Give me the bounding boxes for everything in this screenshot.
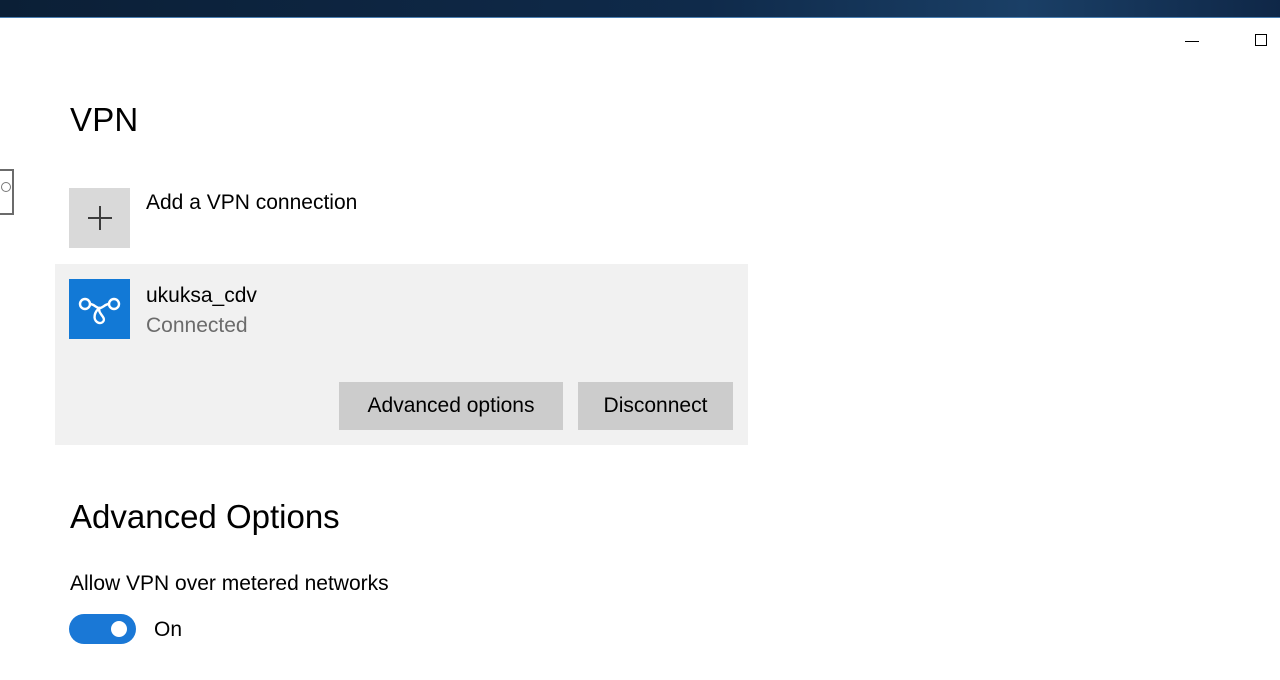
toggle-state-label: On	[154, 618, 183, 641]
vpn-link-icon	[69, 279, 130, 339]
taskbar-strip	[0, 0, 1280, 18]
disconnect-button[interactable]: Disconnect	[578, 382, 733, 430]
vpn-connection-card[interactable]: ukuksa_cdv Connected Advanced options Di…	[55, 264, 748, 445]
advanced-options-heading: Advanced Options	[70, 498, 340, 535]
page-title: VPN	[70, 101, 139, 138]
add-vpn-label[interactable]: Add a VPN connection	[146, 191, 357, 215]
vpn-connection-status: Connected	[146, 314, 248, 337]
settings-window: VPN Add a VPN connection ukuksa_cdv Conn…	[0, 0, 1280, 680]
vpn-connection-name: ukuksa_cdv	[146, 284, 257, 307]
metered-networks-toggle[interactable]	[69, 614, 136, 644]
add-vpn-button[interactable]	[69, 188, 130, 248]
search-icon	[1, 182, 11, 192]
maximize-icon	[1255, 34, 1267, 46]
search-box-edge[interactable]	[0, 169, 14, 215]
maximize-button[interactable]	[1246, 28, 1276, 54]
toggle-knob	[111, 621, 127, 637]
metered-networks-label: Allow VPN over metered networks	[70, 572, 389, 595]
minimize-icon	[1185, 41, 1199, 42]
advanced-options-button[interactable]: Advanced options	[339, 382, 563, 430]
minimize-button[interactable]	[1177, 28, 1207, 54]
